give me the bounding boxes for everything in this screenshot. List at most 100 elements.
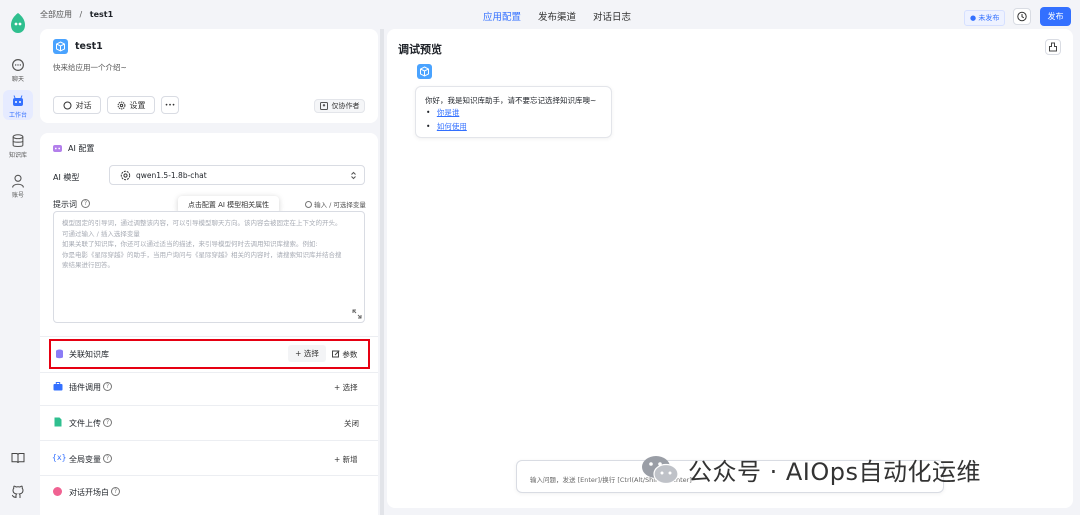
global-vars-add-button[interactable]: + 新增 [334, 454, 358, 465]
divider [40, 372, 378, 373]
prompt-hint-text: 输入 / 可选择变量 [314, 201, 366, 209]
left-nav: 聊天 工作台 知识库 账号 [0, 0, 36, 515]
toolbox-icon [53, 382, 63, 391]
github-button[interactable] [11, 485, 25, 499]
placeholder-line: 可通过输入 / 插入选择变量 [62, 229, 140, 238]
book-icon [11, 453, 25, 464]
watermark-text: 公众号 · AIOps自动化运维 [688, 458, 982, 486]
plugin-select-button[interactable]: + 选择 [334, 382, 358, 393]
watermark: 公众号 · AIOps自动化运维 [640, 452, 981, 487]
cube-icon [56, 41, 65, 52]
database-icon [56, 349, 63, 359]
greeting-text: 你好，我是知识库助手，请不要忘记选择知识库噢~ [425, 96, 597, 105]
publish-button[interactable]: 发布 [1040, 7, 1071, 26]
ai-config-title: AI 配置 [68, 144, 95, 153]
file-upload-value[interactable]: 关闭 [344, 418, 359, 429]
nav-item-label: 工作台 [8, 112, 27, 119]
chat-icon [12, 59, 24, 71]
nav-item-label: 聊天 [11, 76, 24, 83]
docs-button[interactable] [11, 452, 25, 464]
cube-icon [420, 66, 429, 77]
expand-icon[interactable] [352, 309, 362, 319]
nav-item-knowledge[interactable]: 知识库 [3, 134, 33, 160]
nav-item-label: 账号 [11, 192, 24, 199]
clock-icon [1017, 11, 1027, 22]
divider [40, 405, 378, 406]
edit-icon [332, 350, 340, 358]
model-value: qwen1.5-1.8b-chat [136, 171, 207, 180]
preview-title: 调试预览 [398, 43, 442, 56]
app-avatar [53, 39, 68, 54]
visibility-badge[interactable]: 仅协作者 [314, 99, 365, 113]
placeholder-line: 你是电影《星际穿越》的助手，当用户询问与《星际穿越》相关的内容时，请搜索知识库并… [62, 250, 342, 259]
chat-button-label: 对话 [75, 100, 92, 110]
chevron-updown-icon [351, 171, 356, 180]
clear-chat-button[interactable] [1045, 39, 1061, 55]
prompt-textarea[interactable]: 模型固定的引导词，通过调整该内容，可以引导模型聊天方向。该内容会被固定在上下文的… [53, 211, 365, 323]
breadcrumb: 全部应用 / test1 [40, 9, 113, 20]
model-select[interactable]: qwen1.5-1.8b-chat [109, 165, 365, 185]
settings-button[interactable]: 设置 [107, 96, 155, 114]
knowledge-base-label: 关联知识库 [69, 350, 109, 359]
more-button[interactable]: ••• [161, 96, 179, 114]
gear-icon [117, 101, 125, 109]
divider [40, 475, 378, 476]
suggestion-item: • 你是谁 [426, 107, 459, 118]
visibility-label: 仅协作者 [331, 102, 360, 110]
knowledge-params-button[interactable]: 参数 [332, 349, 357, 360]
app-info-card: test1 快来给应用一个介绍~ 对话 设置 ••• 仅协作者 [40, 29, 378, 123]
suggestion-link[interactable]: 你是谁 [437, 108, 460, 117]
bullet: • [426, 108, 431, 117]
placeholder-line: 模型固定的引导词，通过调整该内容，可以引导模型聊天方向。该内容会被固定在上下文的… [62, 219, 342, 227]
prompt-label: 提示词 [53, 200, 77, 209]
app-logo[interactable] [9, 12, 27, 34]
knowledge-base-row: 关联知识库 + 选择 参数 [49, 339, 370, 369]
history-button[interactable] [1013, 8, 1031, 25]
suggestion-item: • 如何使用 [426, 121, 467, 132]
database-icon [12, 134, 24, 148]
panel-resizer[interactable] [380, 29, 384, 515]
nav-item-chat[interactable]: 聊天 [3, 56, 33, 83]
plugin-label: 插件调用 [69, 383, 101, 392]
bot-message: 你好，我是知识库助手，请不要忘记选择知识库噢~ • 你是谁 • 如何使用 [415, 86, 612, 138]
help-icon: ? [103, 382, 112, 391]
config-card: AI 配置 AI 模型 qwen1.5-1.8b-chat 提示词 ? 点击配置… [40, 133, 378, 515]
bot-avatar [417, 64, 432, 79]
divider [40, 336, 378, 337]
broom-icon [1049, 42, 1057, 52]
placeholder-line: 索结果进行回答。 [62, 261, 114, 269]
opening-icon [53, 487, 62, 496]
breadcrumb-separator: / [79, 10, 83, 19]
openai-icon [120, 170, 131, 181]
tab-publish-channel[interactable]: 发布渠道 [538, 9, 576, 23]
prompt-variable-hint: 输入 / 可选择变量 [305, 199, 366, 209]
wechat-icon [642, 455, 679, 484]
chat-icon [63, 101, 71, 109]
breadcrumb-current: test1 [89, 10, 114, 19]
info-icon [305, 201, 312, 208]
nav-item-workbench[interactable]: 工作台 [3, 90, 33, 120]
divider [40, 440, 378, 441]
chat-button[interactable]: 对话 [53, 96, 101, 114]
prompt-placeholder: 模型固定的引导词，通过调整该内容，可以引导模型聊天方向。该内容会被固定在上下文的… [62, 218, 358, 271]
model-label: AI 模型 [53, 173, 80, 182]
nav-item-label: 知识库 [8, 152, 27, 159]
breadcrumb-root[interactable]: 全部应用 [40, 10, 72, 19]
suggestion-link[interactable]: 如何使用 [437, 122, 467, 131]
people-icon [319, 102, 328, 110]
app-intro: 快来给应用一个介绍~ [53, 63, 127, 72]
file-icon [54, 417, 62, 427]
nav-item-account[interactable]: 账号 [3, 174, 33, 200]
github-icon [11, 485, 24, 498]
tab-app-config[interactable]: 应用配置 [483, 9, 521, 23]
global-vars-label: 全局变量 [69, 455, 101, 464]
variable-icon: {x} [52, 453, 67, 462]
params-label: 参数 [342, 350, 358, 359]
knowledge-select-button[interactable]: + 选择 [288, 345, 326, 362]
opening-label: 对话开场白 [69, 488, 109, 497]
robot-icon [13, 95, 23, 106]
help-icon: ? [103, 418, 112, 427]
help-icon: ? [111, 487, 120, 496]
help-icon: ? [103, 454, 112, 463]
tab-chat-logs[interactable]: 对话日志 [593, 9, 631, 23]
